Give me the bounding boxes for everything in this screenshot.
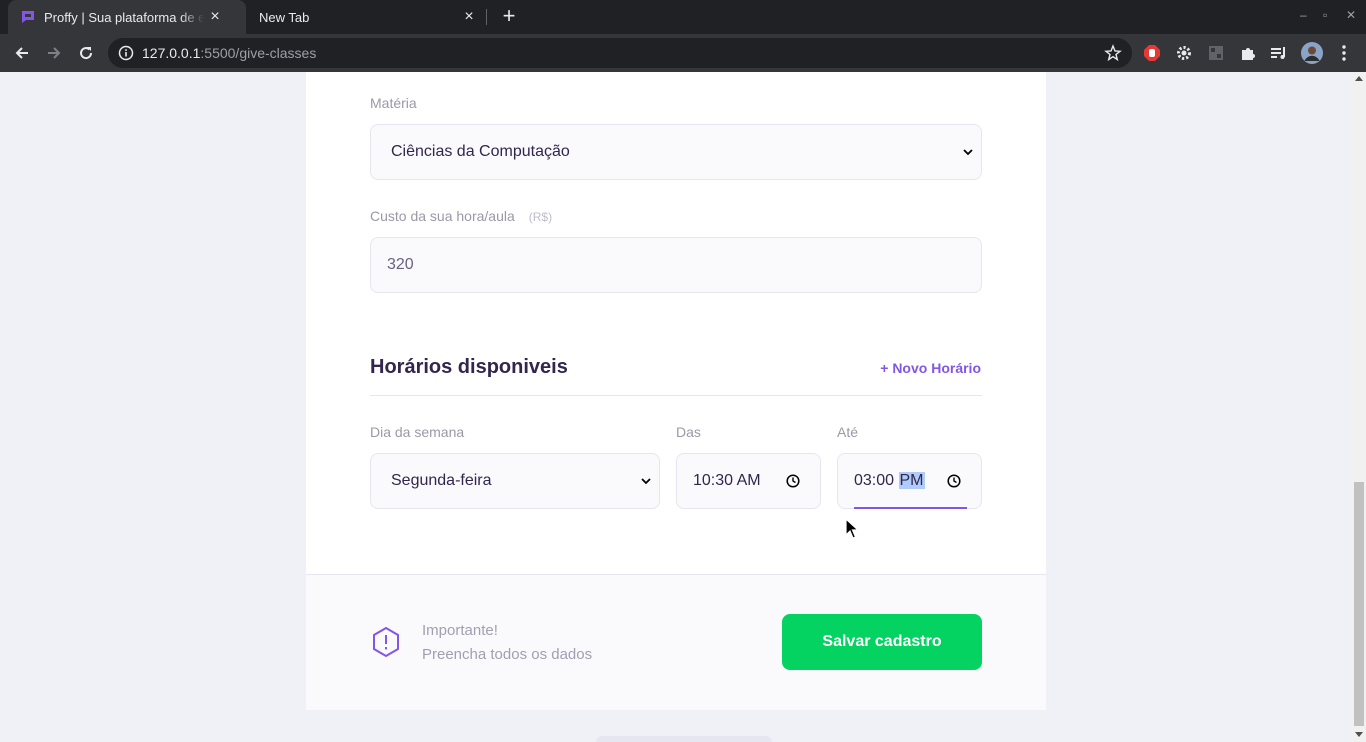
weekday-label: Dia da semana bbox=[370, 424, 465, 440]
browser-toolbar: 127.0.0.1:5500/give-classes bbox=[0, 34, 1366, 72]
cost-input[interactable]: 320 bbox=[370, 237, 982, 293]
to-label: Até bbox=[837, 424, 859, 440]
clock-icon[interactable] bbox=[947, 474, 961, 488]
cost-label: Custo da sua hora/aula (R$) bbox=[370, 208, 552, 224]
schedule-title: Horários disponiveis bbox=[370, 356, 568, 378]
from-time-value: 10:30 AM bbox=[693, 472, 761, 489]
to-time-value: 03:00 PM bbox=[854, 472, 925, 490]
url-path: :5500/give-classes bbox=[200, 45, 317, 61]
section-divider bbox=[370, 395, 982, 396]
profile-avatar[interactable] bbox=[1300, 41, 1324, 65]
tab-new-tab[interactable]: New Tab × bbox=[246, 0, 486, 34]
save-button[interactable]: Salvar cadastro bbox=[782, 614, 982, 670]
warning-text: Preencha todos os dados bbox=[422, 646, 593, 663]
scroll-up-arrow-icon[interactable] bbox=[1355, 76, 1363, 81]
from-label: Das bbox=[676, 424, 701, 440]
mouse-cursor-icon bbox=[845, 518, 859, 539]
extensions-puzzle-icon[interactable] bbox=[1238, 43, 1258, 63]
new-schedule-link[interactable]: + Novo Horário bbox=[880, 360, 981, 376]
site-info-icon[interactable] bbox=[118, 45, 134, 61]
to-time-period[interactable]: PM bbox=[898, 472, 925, 489]
cost-label-text: Custo da sua hora/aula bbox=[370, 208, 515, 224]
tab-close-icon[interactable]: × bbox=[204, 8, 226, 26]
new-tab-button[interactable]: + bbox=[498, 5, 520, 27]
to-time-input[interactable]: 03:00 PM bbox=[837, 453, 982, 509]
weekday-select[interactable]: Segunda-feira bbox=[370, 453, 660, 509]
close-window-icon[interactable]: ✕ bbox=[1346, 8, 1356, 22]
back-icon[interactable] bbox=[10, 41, 34, 65]
url-text: 127.0.0.1:5500/give-classes bbox=[142, 45, 316, 61]
restore-icon[interactable]: ▫ bbox=[1323, 8, 1327, 22]
tab-separator bbox=[486, 9, 487, 25]
adblock-extension-icon[interactable] bbox=[1142, 43, 1162, 63]
qr-extension-icon[interactable] bbox=[1206, 43, 1226, 63]
bookmark-star-icon[interactable] bbox=[1104, 44, 1122, 62]
gear-extension-icon[interactable] bbox=[1174, 43, 1194, 63]
tab-close-icon[interactable]: × bbox=[458, 8, 480, 26]
tab-title: New Tab bbox=[259, 9, 310, 25]
chevron-down-icon bbox=[963, 149, 973, 156]
subject-label: Matéria bbox=[370, 95, 417, 111]
browser-menu-icon[interactable] bbox=[1334, 43, 1354, 63]
address-bar[interactable]: 127.0.0.1:5500/give-classes bbox=[108, 38, 1132, 68]
forward-icon[interactable] bbox=[42, 41, 66, 65]
scroll-down-arrow-icon[interactable] bbox=[1355, 732, 1363, 737]
cost-currency-hint: (R$) bbox=[528, 210, 553, 224]
tab-proffy[interactable]: Proffy | Sua plataforma de estudos onlin… bbox=[8, 0, 246, 34]
weekday-value: Segunda-feira bbox=[391, 472, 492, 489]
cost-value: 320 bbox=[387, 256, 414, 273]
scroll-thumb[interactable] bbox=[1354, 482, 1364, 726]
media-control-icon[interactable] bbox=[1269, 43, 1289, 63]
page-viewport: Matéria Ciências da Computação Custo da … bbox=[0, 72, 1352, 742]
browser-tab-strip: Proffy | Sua plataforma de estudos onlin… bbox=[0, 0, 1366, 34]
clock-icon[interactable] bbox=[786, 474, 800, 488]
focus-underline bbox=[854, 507, 967, 509]
bottom-decoration bbox=[596, 736, 772, 742]
url-host: 127.0.0.1 bbox=[142, 45, 201, 61]
warning-icon bbox=[373, 626, 399, 658]
chevron-down-icon bbox=[641, 478, 651, 485]
from-time-input[interactable]: 10:30 AM bbox=[676, 453, 821, 509]
to-time-hours: 03:00 bbox=[854, 472, 895, 489]
minimize-icon[interactable]: – bbox=[1300, 8, 1307, 22]
page-scrollbar[interactable] bbox=[1352, 72, 1366, 742]
subject-value: Ciências da Computação bbox=[391, 143, 570, 160]
subject-select[interactable]: Ciências da Computação bbox=[370, 124, 982, 180]
proffy-favicon-icon bbox=[22, 11, 34, 23]
warning-title: Importante! bbox=[422, 622, 498, 639]
tab-title: Proffy | Sua plataforma de estudos onlin… bbox=[44, 9, 204, 25]
reload-icon[interactable] bbox=[74, 41, 98, 65]
